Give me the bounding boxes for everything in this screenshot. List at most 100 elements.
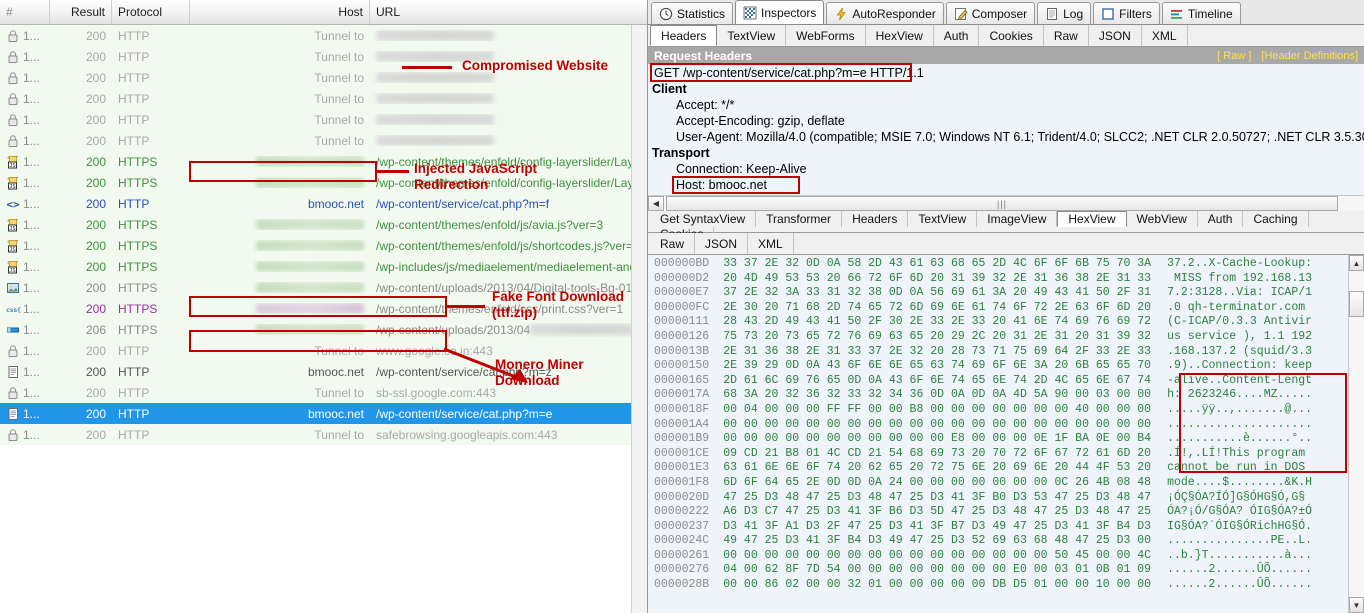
header-entry: User-Agent: Mozilla/4.0 (compatible; MSI…: [676, 130, 1364, 144]
subtab-auth[interactable]: Auth: [934, 25, 980, 46]
tab-timeline[interactable]: Timeline: [1161, 2, 1241, 24]
session-id-label: 1...: [23, 49, 40, 64]
subtab-webview[interactable]: WebView: [1127, 211, 1198, 227]
hscroll-thumb[interactable]: |||: [666, 196, 1338, 211]
scroll-left-icon[interactable]: ◀: [648, 196, 664, 211]
session-row[interactable]: 1... 206 HTTPS/wp-content/uploads/2013/04: [0, 319, 647, 340]
hex-bytes-cell: 49 47 25 D3 41 3F B4 D3 49 47 25 D3 52 6…: [723, 534, 1152, 548]
subtab-auth[interactable]: Auth: [1198, 211, 1244, 227]
subtab-raw[interactable]: Raw: [650, 233, 696, 254]
hex-ascii-cell: .....................: [1167, 417, 1313, 431]
scroll-up-icon[interactable]: ▲: [1349, 255, 1364, 271]
session-url: [370, 30, 647, 41]
session-row[interactable]: 1... 200 HTTP Tunnel to: [0, 130, 647, 151]
subtab-transformer[interactable]: Transformer: [756, 211, 843, 227]
hscroll-track[interactable]: |||: [664, 196, 1364, 211]
hexview-scrollbar[interactable]: ▲ ▼: [1348, 255, 1364, 613]
tab-log[interactable]: Log: [1037, 2, 1092, 24]
hex-bytes-cell: 68 3A 20 32 36 32 33 32 34 36 0D 0A 0D 0…: [723, 388, 1152, 402]
hex-offset-cell: 00000111: [654, 315, 710, 329]
session-list-scrollbar[interactable]: [631, 25, 647, 613]
hex-ascii-cell: ......2......ÛÕ......: [1167, 563, 1313, 577]
subtab-textview[interactable]: TextView: [717, 25, 787, 46]
lock-icon: [6, 29, 20, 43]
subtab-caching[interactable]: Caching: [1243, 211, 1309, 227]
hex-offset-cell: 000001B9: [654, 432, 710, 446]
session-url-text: /wp-includes/js/mediaelement/mediaelemen…: [376, 259, 647, 274]
session-result-code: 200: [85, 154, 106, 169]
session-list-pane: # Result Protocol Host URL 1... 200 HTTP Tu…: [0, 0, 648, 613]
session-row[interactable]: JS 1... 200 HTTPS/wp-content/themes/enfold/…: [0, 151, 647, 172]
hex-ascii-cell: 7.2:3128..Via: ICAP/1: [1167, 286, 1313, 300]
tab-composer[interactable]: Composer: [945, 2, 1036, 24]
tab-autoresponder[interactable]: AutoResponder: [826, 2, 944, 24]
session-result-code: 200: [85, 385, 106, 400]
vscroll-thumb[interactable]: [1349, 291, 1364, 317]
redacted-text: [256, 156, 364, 167]
subtab-xml[interactable]: XML: [748, 233, 794, 254]
subtab-webforms[interactable]: WebForms: [786, 25, 866, 46]
session-row[interactable]: JS 1... 200 HTTPS/wp-content/themes/enfold/…: [0, 172, 647, 193]
session-row[interactable]: 1... 200 HTTP Tunnel to: [0, 109, 647, 130]
subtab-hexview[interactable]: HexView: [1057, 211, 1127, 227]
subtab-headers[interactable]: Headers: [842, 211, 909, 227]
column-header-url[interactable]: URL: [370, 0, 647, 24]
tab-filters[interactable]: Filters: [1093, 2, 1160, 24]
column-header-result[interactable]: Result: [50, 0, 112, 24]
leader-line-injected-js: [377, 170, 409, 173]
session-row[interactable]: JS 1... 200 HTTPS/wp-content/themes/enfold/…: [0, 214, 647, 235]
tab-inspectors[interactable]: Inspectors: [735, 0, 825, 24]
vscroll-track[interactable]: [1349, 271, 1364, 597]
column-header-protocol[interactable]: Protocol: [112, 0, 190, 24]
subtab-get-syntaxview[interactable]: Get SyntaxView: [650, 211, 757, 227]
subtab-hexview[interactable]: HexView: [866, 25, 934, 46]
session-row[interactable]: JS 1... 200 HTTPS/wp-content/themes/enfold/…: [0, 235, 647, 256]
annotation-fake-font-download: Fake Font Download (ttf.zip): [492, 289, 625, 320]
js-icon: JS: [6, 260, 20, 274]
hex-ascii-cell: h: 2623246....MZ.....: [1167, 388, 1313, 402]
subtab-textview[interactable]: TextView: [908, 211, 978, 227]
column-header-number[interactable]: #: [0, 0, 50, 24]
session-host: Tunnel to: [314, 133, 364, 148]
session-row-number: 1...: [0, 50, 50, 64]
session-id-label: 1...: [23, 133, 40, 148]
subtab-json[interactable]: JSON: [695, 233, 749, 254]
scroll-down-icon[interactable]: ▼: [1349, 597, 1364, 613]
subtab-imageview[interactable]: ImageView: [977, 211, 1058, 227]
svg-text:JS: JS: [9, 226, 15, 232]
header-definitions-link[interactable]: [Header Definitions]: [1261, 50, 1358, 62]
session-row[interactable]: 1... 200 HTTP Tunnel to safebrowsing.googlea…: [0, 424, 647, 445]
hex-bytes-cell: 2D 61 6C 69 76 65 0D 0A 43 6F 6E 74 65 6…: [723, 373, 1152, 387]
session-row[interactable]: JS 1... 200 HTTPS/wp-includes/js/mediaeleme…: [0, 256, 647, 277]
session-row[interactable]: <> 1... 200 HTTP bmooc.net/wp-content/servic…: [0, 193, 647, 214]
session-host: Tunnel to: [314, 70, 364, 85]
session-row[interactable]: 1... 200 HTTP bmooc.net/wp-content/service/…: [0, 403, 647, 424]
annotation-monero-miner: Monero Miner Download: [495, 357, 584, 388]
session-host: [190, 240, 370, 251]
session-row[interactable]: 1... 200 HTTP Tunnel to: [0, 25, 647, 46]
session-row[interactable]: 1... 200 HTTP Tunnel to: [0, 88, 647, 109]
session-row-number: 1...: [0, 134, 50, 148]
session-id-label: 1...: [23, 238, 40, 253]
hex-ascii-cell: .....ÿÿ..,.......@...: [1167, 402, 1313, 416]
subtab-raw[interactable]: Raw: [1044, 25, 1089, 46]
hex-ascii-cell: (C-ICAP/0.3.3 Antivir: [1167, 315, 1313, 329]
tab-statistics[interactable]: Statistics: [651, 2, 734, 24]
raw-link[interactable]: [ Raw ]: [1217, 50, 1251, 62]
session-id-label: 1...: [23, 385, 40, 400]
session-host: Tunnel to: [314, 49, 364, 64]
header-entry: Connection: Keep-Alive: [676, 162, 807, 176]
subtab-headers[interactable]: Headers: [650, 25, 718, 46]
column-header-host[interactable]: Host: [190, 0, 370, 24]
subtab-cookies[interactable]: Cookies: [979, 25, 1044, 46]
hex-offset-cell: 0000013B: [654, 344, 710, 358]
hexview-content[interactable]: 000000BD 000000D2 000000E7 000000FC 00000111…: [648, 255, 1348, 613]
hex-offset-cell: 00000261: [654, 548, 710, 562]
session-protocol: HTTP: [118, 28, 150, 43]
subtab-json[interactable]: JSON: [1089, 25, 1142, 46]
session-result-code: 200: [85, 364, 106, 379]
request-horizontal-scrollbar[interactable]: ◀ |||: [648, 195, 1364, 211]
subtab-xml[interactable]: XML: [1142, 25, 1188, 46]
js-icon: JS: [6, 155, 20, 169]
subtab-label: Headers: [661, 28, 707, 43]
